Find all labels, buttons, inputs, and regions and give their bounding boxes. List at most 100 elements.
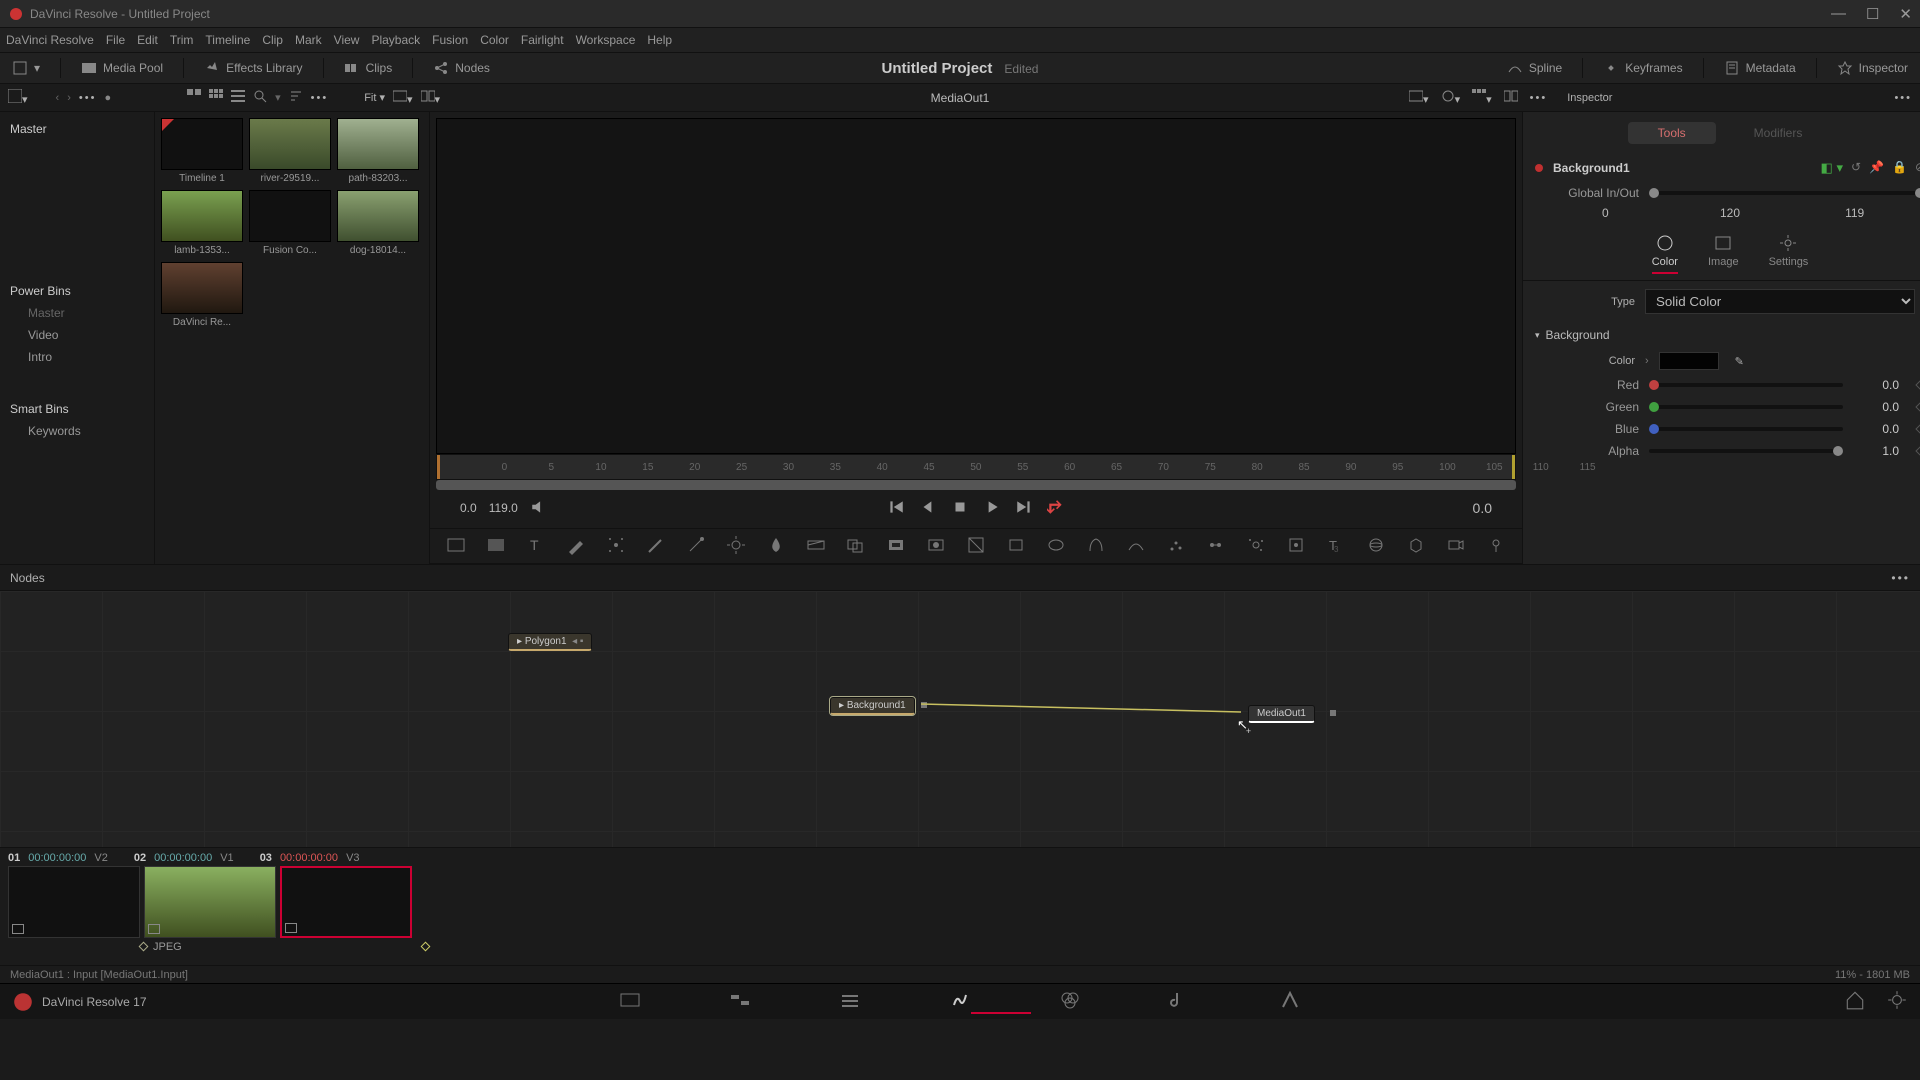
clip-thumb-2[interactable] — [144, 866, 276, 938]
menu-fairlight[interactable]: Fairlight — [521, 33, 564, 47]
sort-icon[interactable] — [289, 89, 303, 106]
tool-bspline-icon[interactable] — [1126, 535, 1146, 558]
zoom-fit-dropdown[interactable]: Fit ▾ — [364, 91, 385, 104]
menu-mark[interactable]: Mark — [295, 33, 322, 47]
tool-polygon-icon[interactable] — [1086, 535, 1106, 558]
clip-thumb-3[interactable] — [280, 866, 412, 938]
node-mediaout[interactable]: MediaOut1 — [1248, 705, 1315, 723]
tool-pemitter-icon[interactable] — [1246, 535, 1266, 558]
loop-icon[interactable] — [1047, 498, 1065, 519]
tool-resize-icon[interactable] — [966, 535, 986, 558]
node-graph-canvas[interactable]: ▸ Polygon1 ◂ ▪ ▸ Background1 MediaOut1 ↖… — [0, 591, 1920, 847]
powerbin-intro[interactable]: Intro — [0, 346, 154, 368]
tool-shape3d-icon[interactable] — [1366, 535, 1386, 558]
tool-colcorr-icon[interactable] — [806, 535, 826, 558]
inspector-tab-modifiers[interactable]: Modifiers — [1724, 122, 1833, 144]
node-reset-icon[interactable]: ↺ — [1851, 160, 1861, 176]
menu-file[interactable]: File — [106, 33, 125, 47]
tool-chroma-icon[interactable] — [926, 535, 946, 558]
menu-trim[interactable]: Trim — [170, 33, 194, 47]
media-thumb[interactable]: river-29519... — [249, 118, 331, 184]
menu-help[interactable]: Help — [647, 33, 672, 47]
tool-rect-icon[interactable] — [1006, 535, 1026, 558]
window-close-icon[interactable]: ✕ — [1899, 5, 1912, 23]
inspector-cat-color[interactable]: Color — [1652, 234, 1678, 274]
step-back-icon[interactable] — [919, 498, 937, 519]
eyedropper-icon[interactable]: ✎ — [1735, 355, 1744, 368]
effects-library-button[interactable]: Effects Library — [204, 60, 302, 76]
inspector-cat-image[interactable]: Image — [1708, 234, 1739, 274]
viewer-split1-icon[interactable]: ▾ — [393, 89, 413, 106]
channel-keyframe[interactable] — [1915, 401, 1920, 412]
window-maximize-icon[interactable]: ☐ — [1866, 5, 1879, 23]
tool-paint-icon[interactable] — [566, 535, 586, 558]
background-section-header[interactable]: Background — [1523, 322, 1920, 348]
type-dropdown[interactable]: Solid Color — [1645, 289, 1915, 314]
page-cut-icon[interactable] — [729, 989, 751, 1014]
page-fusion-icon[interactable] — [949, 989, 971, 1014]
clip-thumb-1[interactable] — [8, 866, 140, 938]
node-pin-icon[interactable]: 📌 — [1869, 160, 1884, 176]
power-bins-label[interactable]: Power Bins — [0, 280, 154, 302]
view-tile-icon[interactable] — [187, 89, 201, 106]
spline-button[interactable]: Spline — [1507, 60, 1562, 76]
inspector-tab-tools[interactable]: Tools — [1628, 122, 1716, 144]
tool-particle-icon[interactable] — [1166, 535, 1186, 558]
menu-playback[interactable]: Playback — [371, 33, 420, 47]
tool-ellipse-icon[interactable] — [1046, 535, 1066, 558]
page-deliver-icon[interactable] — [1279, 989, 1301, 1014]
project-settings-icon[interactable] — [1886, 989, 1908, 1014]
nav-fwd-icon[interactable]: › — [67, 92, 71, 104]
page-edit-icon[interactable] — [839, 989, 861, 1014]
node-lock-icon[interactable]: 🔒 — [1892, 160, 1907, 176]
more-options-icon[interactable]: ••• — [311, 92, 329, 104]
tool-fastnoise-icon[interactable] — [486, 535, 506, 558]
page-media-icon[interactable] — [619, 989, 641, 1014]
range-in[interactable]: 0 — [1543, 206, 1668, 220]
go-last-icon[interactable] — [1015, 498, 1033, 519]
media-thumb[interactable]: Fusion Co... — [249, 190, 331, 256]
tool-blur-icon[interactable] — [766, 535, 786, 558]
menu-davinciresolve[interactable]: DaVinci Resolve — [6, 33, 94, 47]
media-thumb[interactable]: lamb-1353... — [161, 190, 243, 256]
node-versions-icon[interactable]: ◧ ▾ — [1821, 160, 1843, 176]
viewer-canvas[interactable] — [436, 118, 1516, 454]
menu-timeline[interactable]: Timeline — [205, 33, 250, 47]
channel-slider-alpha[interactable] — [1649, 449, 1843, 453]
view-grid-icon[interactable] — [209, 89, 223, 106]
time-ruler[interactable]: 0510152025303540455055606570758085909510… — [436, 454, 1516, 480]
tool-light-icon[interactable] — [1486, 535, 1506, 558]
home-icon[interactable] — [1844, 989, 1866, 1014]
tool-brightness-icon[interactable] — [726, 535, 746, 558]
viewer-opt-a-icon[interactable]: ▾ — [1409, 89, 1429, 106]
tool-merge-icon[interactable] — [846, 535, 866, 558]
panel-dropdown-button[interactable]: ▾ — [12, 60, 40, 76]
tool-text-icon[interactable]: T — [526, 535, 546, 558]
channel-slider-green[interactable] — [1649, 405, 1843, 409]
menu-view[interactable]: View — [334, 33, 360, 47]
path-ellipsis[interactable]: ••• — [79, 92, 97, 104]
media-thumb[interactable]: dog-18014... — [337, 190, 419, 256]
nodes-more-icon[interactable]: ••• — [1891, 571, 1910, 585]
tool-mask-pen-icon[interactable] — [646, 535, 666, 558]
media-thumb[interactable]: path-83203... — [337, 118, 419, 184]
tool-background-icon[interactable] — [446, 535, 466, 558]
viewer-dualpane-icon[interactable] — [1504, 89, 1518, 106]
inspector-more-icon[interactable]: ••• — [1894, 92, 1912, 104]
menu-color[interactable]: Color — [480, 33, 509, 47]
menu-clip[interactable]: Clip — [262, 33, 283, 47]
tool-prender-icon[interactable] — [1206, 535, 1226, 558]
tool-chankey-icon[interactable] — [1286, 535, 1306, 558]
nav-back-icon[interactable]: ‹ — [56, 92, 60, 104]
menu-fusion[interactable]: Fusion — [432, 33, 468, 47]
range-out[interactable]: 119 — [1792, 206, 1917, 220]
node-disable-icon[interactable]: ⊘ — [1915, 160, 1920, 176]
tool-mattectl-icon[interactable] — [886, 535, 906, 558]
menu-edit[interactable]: Edit — [137, 33, 158, 47]
search-icon[interactable] — [253, 89, 267, 106]
metadata-button[interactable]: Metadata — [1724, 60, 1796, 76]
page-fairlight-icon[interactable] — [1169, 989, 1191, 1014]
stop-icon[interactable] — [951, 498, 969, 519]
viewer-more-icon[interactable]: ••• — [1530, 92, 1548, 104]
tool-text3d-icon[interactable]: T3 — [1326, 535, 1346, 558]
